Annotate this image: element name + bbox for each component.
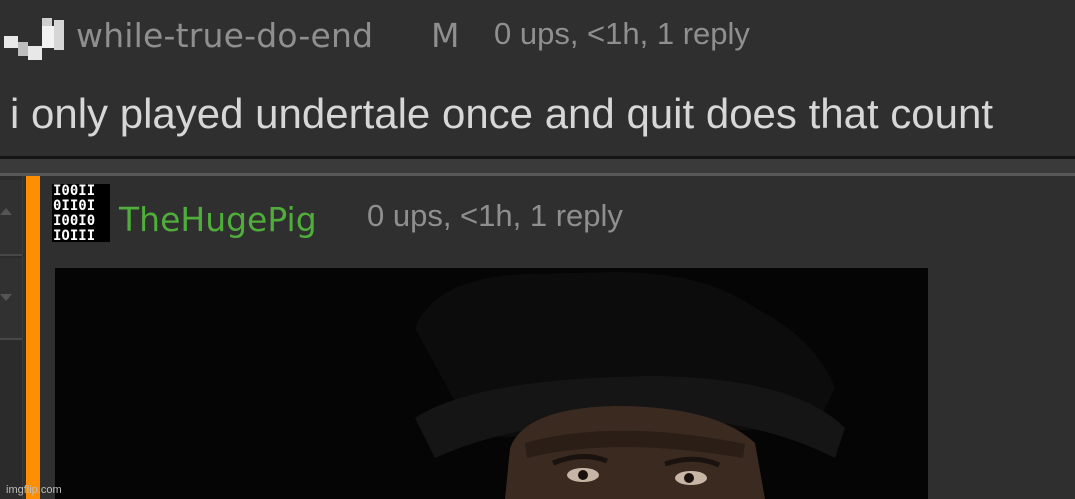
avatar-line: 0II0I xyxy=(53,198,96,214)
reply-username[interactable]: TheHugePig xyxy=(119,200,317,239)
avatar-line: I00II xyxy=(53,184,96,199)
reply-meta: 0 ups, <1h, 1 reply xyxy=(367,198,623,233)
comment-username[interactable]: while-true-do-end xyxy=(76,16,373,55)
downvote-arrow-icon xyxy=(0,294,12,301)
reply-accent-bar xyxy=(26,176,40,499)
binary-avatar-icon[interactable]: I00II 0II0I I00I0 IOIII xyxy=(52,184,110,242)
comment-gap xyxy=(0,159,1075,173)
upvote-arrow-icon xyxy=(0,208,12,215)
user-avatar-icon[interactable] xyxy=(4,18,66,64)
reply-image[interactable] xyxy=(55,268,928,499)
comment-text: i only played undertale once and quit do… xyxy=(10,90,994,137)
imgflip-watermark: imgflip.com xyxy=(6,484,62,496)
avatar-line: IOIII xyxy=(53,228,96,243)
moderator-flag: M xyxy=(431,16,460,55)
upvote-button[interactable] xyxy=(0,180,22,256)
avatar-line: I00I0 xyxy=(53,213,96,229)
comment-meta: 0 ups, <1h, 1 reply xyxy=(494,16,750,51)
man-in-hat-image xyxy=(55,268,928,499)
